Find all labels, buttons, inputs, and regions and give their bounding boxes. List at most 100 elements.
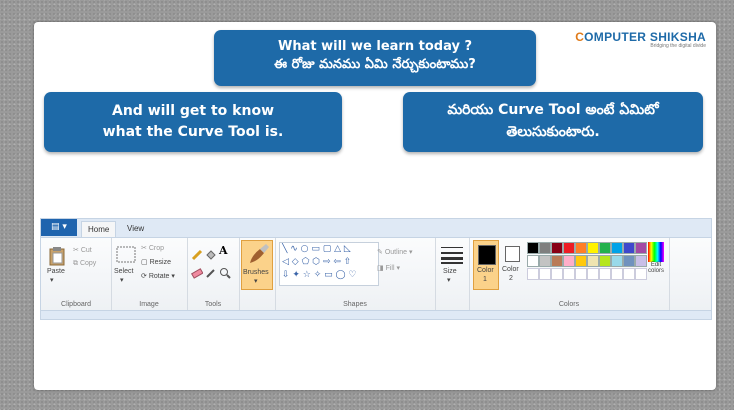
palette-swatch[interactable] (599, 255, 611, 267)
palette-swatch[interactable] (539, 242, 551, 254)
color1-swatch (478, 245, 496, 265)
color2-swatch (505, 246, 520, 262)
palette-swatch[interactable] (587, 242, 599, 254)
shapes-group: ╲ ∿ ○ ▭ ▢ △ ◺ ◁ ◇ ⬠ ⬡ ⇨ ⇦ ⇧ ⇩ ✦ ☆ ✧ ▭ ◯ … (275, 238, 436, 310)
brushes-label: Brushes (243, 269, 269, 276)
palette-swatch-empty[interactable] (611, 268, 623, 280)
magnifier-icon[interactable] (219, 264, 231, 283)
english-line-1: And will get to know (112, 103, 274, 119)
color1-number: 1 (483, 276, 487, 283)
telugu-bubble: మరియు Curve Tool అంటే ఏమిటో తెలుసుకుంటార… (403, 92, 703, 152)
palette-swatch[interactable] (563, 255, 575, 267)
palette-swatch-empty[interactable] (539, 268, 551, 280)
english-bubble: And will get to know what the Curve Tool… (44, 92, 342, 152)
cut-button[interactable]: ✂ Cut (73, 246, 92, 254)
colors-label: Colors (558, 301, 580, 308)
palette-swatch[interactable] (599, 242, 611, 254)
color2-label: Color (502, 266, 519, 273)
pencil-icon[interactable] (191, 246, 203, 265)
title-line-telugu: ఈ రోజు మనము ఏమి నేర్చుకుంటాము? (274, 57, 476, 72)
eraser-icon[interactable] (190, 264, 204, 283)
shapes-gallery[interactable]: ╲ ∿ ○ ▭ ▢ △ ◺ ◁ ◇ ⬠ ⬡ ⇨ ⇦ ⇧ ⇩ ✦ ☆ ✧ ▭ ◯ … (279, 242, 379, 286)
paste-dropdown-icon[interactable]: ▾ (50, 276, 54, 284)
text-icon[interactable]: A (219, 244, 228, 257)
brushes-dropdown-icon[interactable]: ▾ (254, 277, 258, 285)
palette-swatch-empty[interactable] (527, 268, 539, 280)
palette-swatch[interactable] (587, 255, 599, 267)
brush-icon (250, 244, 269, 263)
ribbon-bottom-strip (41, 310, 711, 319)
palette-swatch[interactable] (575, 242, 587, 254)
outline-button[interactable]: ✎ Outline ▾ (377, 248, 412, 256)
palette-swatch[interactable] (551, 255, 563, 267)
tools-label: Tools (204, 301, 222, 308)
shapes-label: Shapes (343, 301, 367, 308)
fill-icon[interactable] (205, 246, 217, 265)
brushes-button[interactable]: Brushes ▾ (241, 240, 273, 290)
edit-colors-label: Edit colors (647, 262, 664, 274)
crop-button[interactable]: ✂ Crop (141, 244, 164, 252)
color2-button[interactable]: Color 2 (501, 240, 523, 288)
edit-colors-button[interactable]: Edit colors (645, 242, 667, 274)
color1-label: Color (477, 267, 494, 274)
title-bubble: What will we learn today ? ఈ రోజు మనము ఏ… (214, 30, 536, 86)
color2-number: 2 (509, 275, 513, 282)
brushes-group: Brushes ▾ (239, 238, 276, 310)
ribbon: Paste ▾ ✂ Cut ⧉ Copy Clipboard Select ▾ … (41, 238, 711, 310)
shapes-row-3[interactable]: ⇩ ✦ ☆ ✧ ▭ ◯ ♡ (282, 269, 378, 282)
clipboard-group: Paste ▾ ✂ Cut ⧉ Copy Clipboard (41, 238, 112, 310)
computer-shiksha-logo: COMPUTER SHIKSHA Bridging the digital di… (575, 30, 706, 49)
copy-button[interactable]: ⧉ Copy (73, 260, 96, 268)
color-picker-icon[interactable] (205, 264, 217, 283)
english-line-2: what the Curve Tool is. (102, 124, 284, 140)
palette-swatch[interactable] (527, 242, 539, 254)
palette-swatch[interactable] (623, 242, 635, 254)
palette-swatch-empty[interactable] (551, 268, 563, 280)
file-menu-button[interactable]: ▤ ▾ (41, 219, 77, 236)
select-icon (116, 246, 136, 263)
select-dropdown-icon[interactable]: ▾ (120, 276, 124, 284)
select-label: Select (114, 268, 134, 275)
size-label: Size (443, 268, 457, 275)
rainbow-icon (648, 242, 664, 262)
palette-swatch[interactable] (551, 242, 563, 254)
clipboard-label: Clipboard (61, 301, 91, 308)
size-dropdown-icon[interactable]: ▾ (447, 276, 451, 284)
palette-swatch[interactable] (527, 255, 539, 267)
palette-swatch[interactable] (563, 242, 575, 254)
image-label: Image (139, 301, 159, 308)
color1-button[interactable]: Color 1 (473, 240, 499, 290)
paste-label: Paste (47, 268, 65, 275)
shapes-row-1[interactable]: ╲ ∿ ○ ▭ ▢ △ ◺ (282, 243, 378, 256)
ribbon-tabs: ▤ ▾ Home View (41, 219, 711, 238)
palette-swatch[interactable] (623, 255, 635, 267)
shapes-row-2[interactable]: ◁ ◇ ⬠ ⬡ ⇨ ⇦ ⇧ (282, 256, 378, 269)
slide: COMPUTER SHIKSHA Bridging the digital di… (34, 22, 716, 390)
rotate-button[interactable]: ⟳ Rotate ▾ (141, 272, 175, 280)
resize-button[interactable]: ▢ Resize (141, 258, 171, 266)
tab-view[interactable]: View (121, 221, 150, 236)
size-icon[interactable] (441, 246, 463, 268)
size-group: Size ▾ (435, 238, 470, 310)
tools-group: A Tools (187, 238, 240, 310)
palette-swatch[interactable] (539, 255, 551, 267)
palette-swatch-empty[interactable] (575, 268, 587, 280)
colors-group: Color 1 Color 2 Edit colors Colors (469, 238, 670, 310)
tab-home[interactable]: Home (81, 221, 117, 237)
palette-swatch-empty[interactable] (587, 268, 599, 280)
palette-swatch-empty[interactable] (599, 268, 611, 280)
palette-swatch-empty[interactable] (623, 268, 635, 280)
paint-window: ▤ ▾ Home View Paste ▾ ✂ Cut ⧉ Copy Clipb… (40, 218, 712, 320)
palette-swatch[interactable] (611, 255, 623, 267)
paste-button[interactable] (49, 246, 65, 270)
palette-swatch[interactable] (611, 242, 623, 254)
palette-swatch[interactable] (575, 255, 587, 267)
fill-button[interactable]: ◨ Fill ▾ (377, 264, 400, 272)
image-group: Select ▾ ✂ Crop ▢ Resize ⟳ Rotate ▾ Imag… (111, 238, 188, 310)
telugu-line-2: తెలుసుకుంటారు. (506, 124, 600, 140)
title-line-english: What will we learn today ? (278, 39, 472, 54)
telugu-line-1: మరియు Curve Tool అంటే ఏమిటో (447, 102, 659, 118)
palette-swatch-empty[interactable] (563, 268, 575, 280)
paste-icon (49, 247, 65, 266)
select-button[interactable] (116, 246, 136, 268)
